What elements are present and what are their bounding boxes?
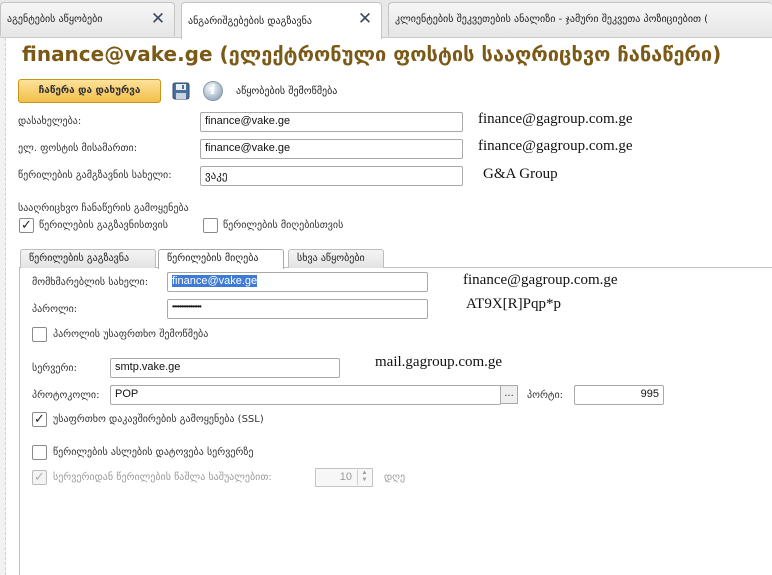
tab-label: კლიენტების შეკვეთების ანალიზი - ჯამური შ… <box>395 14 709 25</box>
protocol-select-button[interactable]: ... <box>500 385 518 404</box>
name-label: დასახელება: <box>18 116 82 127</box>
save-and-close-button[interactable]: ჩაწერა და დახურვა <box>18 79 161 103</box>
port-label: პორტი: <box>527 390 563 401</box>
left-divider <box>0 38 6 575</box>
username-label: მომხმარებლის სახელი: <box>32 277 149 288</box>
leave-copies-checkbox[interactable] <box>32 445 47 460</box>
save-disk-icon[interactable] <box>172 82 190 100</box>
server-label: სერვერი: <box>32 363 77 374</box>
password-label: პაროლი: <box>32 304 78 315</box>
port-field[interactable]: 995 <box>574 385 664 405</box>
page-title: finance@vake.ge (ელექტრონული ფოსტის სააღ… <box>22 42 722 66</box>
tab-report-dispatch[interactable]: ანგარიშგებების დაგზავნა ✕ <box>181 2 382 39</box>
ssl-label: უსაფრთხო დაკავშირების გამოყენება (SSL) <box>53 414 264 425</box>
info-icon[interactable]: i <box>203 81 223 101</box>
send-label: წერილების გაგზავნისთვის <box>39 220 168 231</box>
spin-arrows-icon[interactable]: ▲ ▼ <box>357 470 371 485</box>
usage-heading: სააღრიცხვო ჩანაწერის გამოყენება <box>18 203 189 214</box>
tab-label: აგენტების აწყობები <box>7 14 103 25</box>
checkmark-icon: ✓ <box>34 470 45 485</box>
delete-after-checkbox[interactable]: ✓ <box>32 470 47 485</box>
check-settings-button[interactable]: აწყობების შემოწმება <box>236 86 337 97</box>
email-note: finance@gagroup.com.ge <box>478 138 633 154</box>
tab-client-orders-analysis[interactable]: კლიენტების შეკვეთების ანალიზი - ჯამური შ… <box>388 2 772 36</box>
tab-agent-settings[interactable]: აგენტების აწყობები ✕ <box>0 2 175 36</box>
sender-name-label: წერილების გამგზავნის სახელი: <box>18 170 172 181</box>
delete-days-value: 10 <box>339 471 352 483</box>
tab-sending[interactable]: წერილების გაგზავნა <box>20 249 156 268</box>
close-icon[interactable]: ✕ <box>150 11 166 28</box>
sender-name-field[interactable]: ვაკე <box>200 166 463 186</box>
password-note: AT9X[R]Pqp*p <box>466 296 562 312</box>
checkmark-icon: ✓ <box>21 218 32 233</box>
username-note: finance@gagroup.com.ge <box>463 272 618 288</box>
protocol-field[interactable]: POP <box>110 385 501 405</box>
tab-receiving[interactable]: წერილების მიღება <box>158 249 284 269</box>
tab-other-settings[interactable]: სხვა აწყობები <box>288 249 384 268</box>
close-icon[interactable]: ✕ <box>357 11 373 28</box>
receive-label: წერილების მიღებისთვის <box>223 220 344 231</box>
password-field[interactable]: •••••••••••••••• <box>167 299 428 319</box>
secure-password-label: პაროლის უსაფრთხო შემოწმება <box>53 329 209 340</box>
server-note: mail.gagroup.com.ge <box>375 354 503 370</box>
send-checkbox[interactable]: ✓ <box>19 218 34 233</box>
tab-label: ანგარიშგებების დაგზავნა <box>188 15 312 27</box>
server-field[interactable]: smtp.vake.ge <box>110 358 340 378</box>
username-value: finance@vake.ge <box>172 275 258 287</box>
secure-password-checkbox[interactable] <box>32 327 47 342</box>
delete-days-stepper[interactable]: 10 ▲ ▼ <box>315 468 373 487</box>
checkmark-icon: ✓ <box>34 412 45 427</box>
receive-checkbox[interactable] <box>203 218 218 233</box>
ssl-checkbox[interactable]: ✓ <box>32 412 47 427</box>
name-field[interactable]: finance@vake.ge <box>200 112 463 132</box>
delete-after-label: სერვერიდან წერილების წაშლა საშუალებით: <box>53 472 272 483</box>
sender-note: G&A Group <box>483 166 558 182</box>
name-note: finance@gagroup.com.ge <box>478 111 633 127</box>
email-label: ელ. ფოსტის მისამართი: <box>18 143 138 154</box>
protocol-label: პროტოკოლი: <box>32 390 100 401</box>
leave-copies-label: წერილების ასლების დატოვება სერვერზე <box>53 447 254 458</box>
username-field[interactable]: finance@vake.ge <box>167 272 428 292</box>
email-field[interactable]: finance@vake.ge <box>200 139 463 159</box>
days-unit-label: დღე <box>384 472 406 483</box>
